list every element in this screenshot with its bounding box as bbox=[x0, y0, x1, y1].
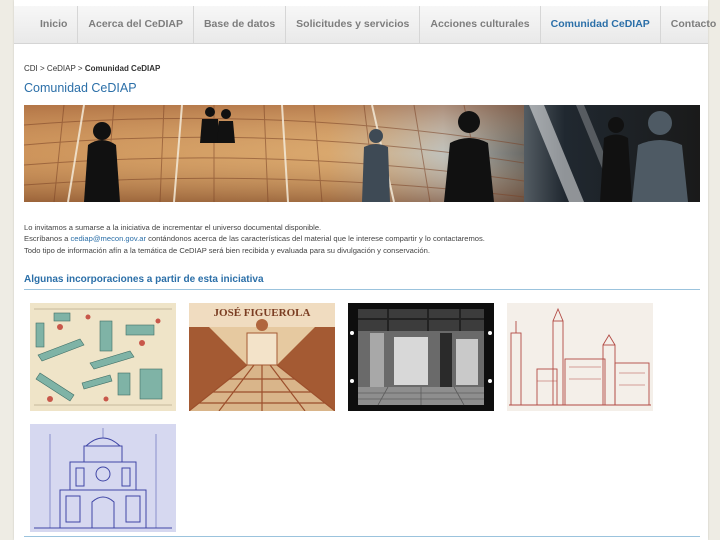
bottom-divider bbox=[24, 536, 700, 537]
page: Inicio Acerca del CeDIAP Base de datos S… bbox=[14, 0, 716, 540]
intro-line-2: Escríbanos a cediap@mecon.gov.ar contánd… bbox=[24, 233, 485, 244]
intro-text: Lo invitamos a sumarse a la iniciativa d… bbox=[24, 222, 485, 256]
breadcrumb-current: Comunidad CeDIAP bbox=[84, 64, 161, 73]
breadcrumb-separator: > bbox=[77, 64, 83, 73]
nav-item-base-de-datos[interactable]: Base de datos bbox=[194, 6, 287, 43]
nav-item-acciones-culturales[interactable]: Acciones culturales bbox=[420, 6, 541, 43]
nav-item-contacto[interactable]: Contacto bbox=[661, 6, 720, 43]
main-nav: Inicio Acerca del CeDIAP Base de datos S… bbox=[14, 6, 716, 44]
thumbnail-technical-plate[interactable] bbox=[30, 303, 176, 411]
breadcrumb-separator: > bbox=[40, 64, 45, 73]
thumbnail-facade-drawing[interactable] bbox=[30, 424, 176, 532]
jose-figuerola-image: JOSÉ FIGUEROLA bbox=[189, 303, 335, 411]
banner-image bbox=[24, 105, 700, 202]
email-link[interactable]: cediap@mecon.gov.ar bbox=[70, 234, 146, 243]
intro-line-2-before: Escríbanos a bbox=[24, 234, 71, 244]
page-title: Comunidad CeDIAP bbox=[24, 81, 137, 95]
section-title: Algunas incorporaciones a partir de esta… bbox=[24, 274, 264, 285]
breadcrumb: CDI > CeDIAP > Comunidad CeDIAP bbox=[24, 64, 160, 73]
breadcrumb-link-cediap[interactable]: CeDIAP bbox=[47, 64, 76, 73]
thumbnail-jose-figuerola[interactable]: JOSÉ FIGUEROLA bbox=[189, 303, 335, 411]
section-divider bbox=[24, 289, 700, 290]
nav-item-acerca[interactable]: Acerca del CeDIAP bbox=[78, 6, 194, 43]
intro-line-3: Todo tipo de información afín a la temát… bbox=[24, 245, 430, 255]
technical-plate-image bbox=[30, 303, 176, 411]
breadcrumb-link-cdi[interactable]: CDI bbox=[24, 64, 38, 73]
nav-item-inicio[interactable]: Inicio bbox=[14, 6, 79, 43]
thumbnail-interior-photo[interactable] bbox=[348, 303, 494, 411]
elevation-drawing-image bbox=[507, 303, 653, 411]
banner-illustration bbox=[24, 105, 700, 202]
nav-item-comunidad[interactable]: Comunidad CeDIAP bbox=[541, 6, 661, 43]
intro-line-2-after: contándonos acerca de las característica… bbox=[145, 234, 485, 244]
nav-item-solicitudes[interactable]: Solicitudes y servicios bbox=[286, 6, 421, 43]
poster-title: JOSÉ FIGUEROLA bbox=[214, 307, 311, 319]
intro-line-1: Lo invitamos a sumarse a la iniciativa d… bbox=[24, 223, 322, 232]
facade-drawing-image bbox=[30, 424, 176, 532]
interior-photo-image bbox=[348, 303, 494, 411]
thumbnail-elevation-drawing[interactable] bbox=[507, 303, 653, 411]
